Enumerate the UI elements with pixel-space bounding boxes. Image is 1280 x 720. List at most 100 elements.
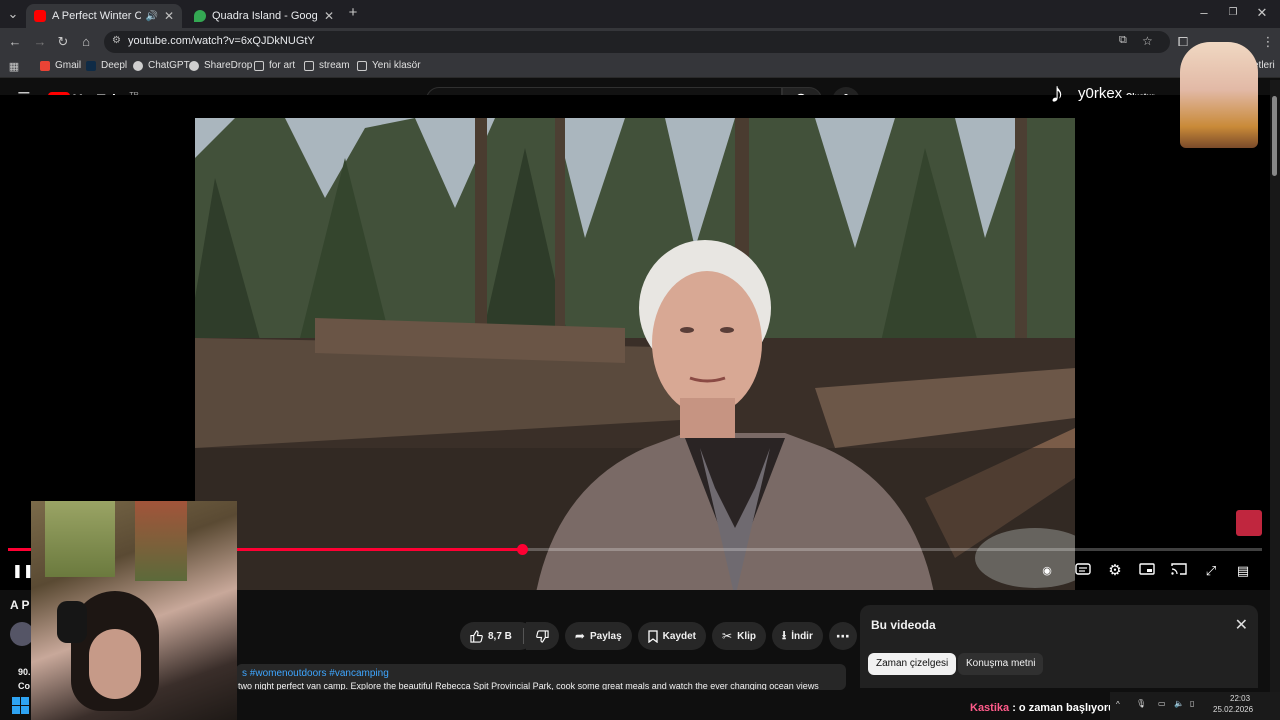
- home-icon[interactable]: ⌂: [78, 34, 94, 50]
- stream-chat-message: Kastika : o zaman başlıyorum: [970, 702, 1125, 714]
- scissors-icon: ✂: [722, 629, 733, 643]
- like-count: 8,7 B: [488, 630, 512, 642]
- sharedrop-icon: [189, 60, 199, 71]
- like-button[interactable]: 8,7 B: [460, 622, 534, 650]
- bookmark-label: Deepl: [101, 60, 128, 71]
- audio-icon: 🔊: [145, 10, 158, 22]
- bookmark-deepl[interactable]: Deepl: [86, 60, 127, 71]
- reload-icon[interactable]: ↻: [55, 34, 71, 50]
- network-icon[interactable]: ▭: [1158, 699, 1166, 708]
- settings-gear-icon[interactable]: ⚙: [1106, 563, 1124, 579]
- volume-icon[interactable]: 🔈: [1174, 699, 1184, 708]
- share-icon: ➦: [574, 629, 585, 643]
- site-info-icon[interactable]: ⚙: [112, 35, 121, 46]
- clock-date[interactable]: 25.02.2026: [1213, 705, 1253, 714]
- system-tray: ^ 🎙 ▭ 🔈 ▯ 22:03 25.02.2026: [1110, 692, 1280, 720]
- chatgpt-icon: [133, 60, 143, 71]
- autoplay-toggle[interactable]: ◉: [1038, 563, 1056, 579]
- menu-icon[interactable]: ⋮: [1260, 34, 1276, 50]
- bookmark-label: ChatGPT: [148, 60, 190, 71]
- forward-icon[interactable]: →: [32, 34, 48, 50]
- dislike-button[interactable]: [525, 622, 559, 650]
- browser-tab-bar: ⌄ A Perfect Winter Camp - Yo 🔊 ✕ Quadra …: [0, 0, 1280, 28]
- new-tab-button[interactable]: +: [345, 5, 361, 21]
- cast-button[interactable]: [1170, 563, 1188, 579]
- chip-timeline[interactable]: Zaman çizelgesi: [868, 653, 957, 675]
- fullscreen-button[interactable]: ⤢: [1202, 563, 1220, 579]
- share-button[interactable]: ➦ Paylaş: [564, 622, 632, 650]
- deepl-icon: [86, 60, 96, 71]
- panel-title: Bu videoda: [871, 618, 936, 632]
- views-partial: 90.: [18, 667, 31, 677]
- thumbs-up-icon: [470, 629, 483, 643]
- video-title-partial: A P: [10, 598, 30, 612]
- install-icon[interactable]: ⧉: [1119, 34, 1127, 47]
- obs-overlay-icon: ▤: [1236, 563, 1250, 578]
- folder-icon: [357, 60, 367, 71]
- vtuber-character-overlay: [1180, 42, 1258, 148]
- folder-icon: [304, 60, 314, 71]
- description-box[interactable]: s #womenoutdoors #vancamping two night p…: [236, 664, 846, 690]
- tab-search-icon[interactable]: ⌄: [5, 6, 21, 22]
- minimize-button[interactable]: –: [1196, 5, 1212, 21]
- close-window-button[interactable]: ✕: [1254, 5, 1270, 21]
- battery-icon[interactable]: ▯: [1190, 699, 1194, 708]
- bookmarks-bar: ▦ Gmail Deepl ChatGPT ShareDrop for art …: [0, 56, 1280, 78]
- subtitles-button[interactable]: [1074, 563, 1092, 579]
- bookmark-label: for art: [269, 60, 296, 71]
- close-tab-icon[interactable]: ✕: [318, 9, 334, 23]
- chat-text: : o zaman başlıyorum: [1009, 702, 1125, 714]
- save-button[interactable]: Kaydet: [637, 622, 707, 650]
- url-field[interactable]: ⚙ youtube.com/watch?v=6xQJDkNUGtY ⧉ ☆: [104, 31, 1170, 53]
- clip-label: Klip: [737, 630, 756, 642]
- download-label: İndir: [791, 630, 813, 642]
- bookmark-chatgpt[interactable]: ChatGPT: [133, 60, 190, 71]
- windows-start-button[interactable]: [12, 697, 30, 715]
- webcam-overlay: [31, 501, 237, 720]
- bookmark-label: Gmail: [55, 60, 82, 71]
- hashtags[interactable]: s #womenoutdoors #vancamping: [242, 668, 389, 679]
- bookmark-stream[interactable]: stream: [304, 60, 350, 71]
- miniplayer-icon: [1139, 563, 1155, 575]
- scrollbar-thumb[interactable]: [1272, 96, 1277, 176]
- more-actions-button[interactable]: ⋯: [828, 622, 857, 650]
- description-text: two night perfect van camp. Explore the …: [238, 681, 819, 690]
- close-icon[interactable]: ✕: [1235, 615, 1248, 635]
- page-scrollbar[interactable]: [1270, 80, 1280, 692]
- back-icon[interactable]: ←: [7, 34, 23, 50]
- extensions-icon[interactable]: ⧠: [1175, 34, 1191, 50]
- mic-tray-icon[interactable]: 🎙: [1136, 699, 1146, 708]
- tab-google-maps[interactable]: Quadra Island - Google Harital ✕: [186, 4, 342, 28]
- hashtag-prefix: s: [242, 668, 247, 679]
- like-divider: [522, 628, 524, 644]
- bookmark-label: Yeni klasör: [372, 60, 421, 71]
- folder-icon: [254, 60, 264, 71]
- desc-partial: Co: [18, 681, 30, 691]
- subscribe-badge[interactable]: [1236, 510, 1262, 536]
- download-button[interactable]: ⭳ İndir: [771, 622, 823, 650]
- tab-youtube[interactable]: A Perfect Winter Camp - Yo 🔊 ✕: [26, 4, 182, 28]
- video-actions: 8,7 B ➦ Paylaş Kaydet ✂ Klip ⭳ İndir ⋯: [460, 622, 857, 650]
- hashtag-list: #womenoutdoors #vancamping: [249, 668, 389, 679]
- tab-title: A Perfect Winter Camp - Yo: [52, 10, 142, 22]
- clock-time[interactable]: 22:03: [1230, 694, 1250, 703]
- bookmark-gmail[interactable]: Gmail: [40, 60, 81, 71]
- pause-button[interactable]: ❚❚: [12, 563, 34, 579]
- bookmark-star-icon[interactable]: ☆: [1142, 34, 1153, 48]
- tiktok-icon: ♪: [1050, 77, 1064, 108]
- apps-icon[interactable]: ▦: [6, 59, 22, 75]
- bookmark-yeni-klasor[interactable]: Yeni klasör: [357, 60, 421, 71]
- chip-transcript[interactable]: Konuşma metni: [958, 653, 1044, 675]
- save-label: Kaydet: [662, 630, 697, 642]
- maximize-button[interactable]: ❐: [1225, 5, 1241, 21]
- clip-button[interactable]: ✂ Klip: [712, 622, 766, 650]
- gmail-icon: [40, 60, 50, 71]
- miniplayer-button[interactable]: [1138, 563, 1156, 579]
- tray-chevron-icon[interactable]: ^: [1116, 700, 1120, 709]
- bookmark-for-art[interactable]: for art: [254, 60, 295, 71]
- video-frame[interactable]: [195, 118, 1075, 590]
- close-tab-icon[interactable]: ✕: [158, 9, 174, 23]
- wall-poster: [135, 501, 187, 581]
- bookmark-sharedrop[interactable]: ShareDrop: [189, 60, 252, 71]
- person-in-video: [536, 240, 934, 590]
